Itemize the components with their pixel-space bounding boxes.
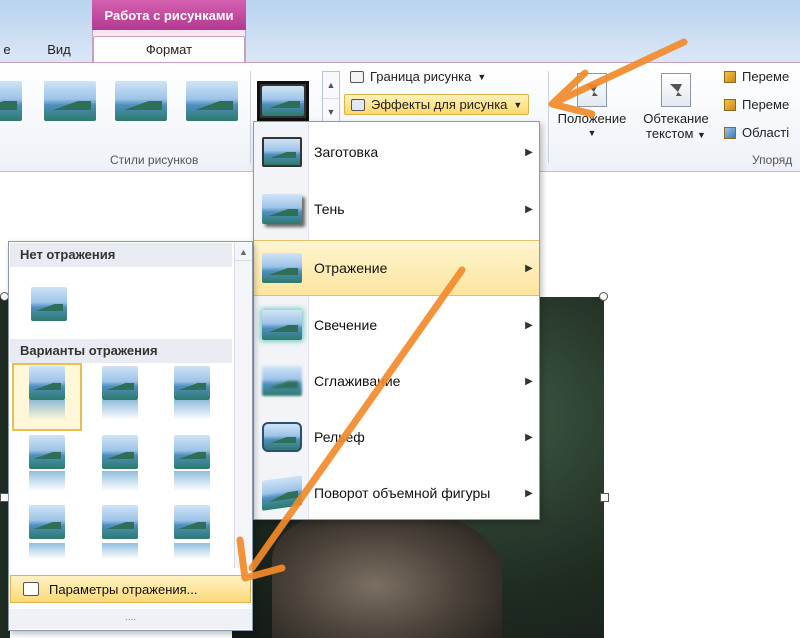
reflection-variants-header: Варианты отражения xyxy=(10,339,232,363)
selection-pane-button[interactable]: Області xyxy=(724,125,789,140)
picture-border-button[interactable]: Граница рисунка ▼ xyxy=(350,69,486,84)
menu-item-glow[interactable]: Свечение ▶ xyxy=(254,297,539,353)
menu-item-reflection[interactable]: Отражение ▶ xyxy=(254,240,539,296)
bevel-icon xyxy=(262,422,302,452)
position-button[interactable]: Положение ▼ xyxy=(552,73,632,141)
menu-item-3d-rotation[interactable]: Поворот объемной фигуры ▶ xyxy=(254,465,539,521)
picture-tools-context-label: Работа с рисунками xyxy=(92,0,246,30)
shadow-icon xyxy=(262,194,302,224)
menu-item-soft-edges[interactable]: Сглаживание ▶ xyxy=(254,353,539,409)
reflection-variant[interactable] xyxy=(29,366,65,420)
reflection-variant[interactable] xyxy=(102,505,138,559)
reflection-options-label: Параметры отражения... xyxy=(49,581,198,597)
border-icon xyxy=(350,70,364,83)
submenu-arrow-icon: ▶ xyxy=(525,262,533,274)
squirrel-image xyxy=(272,507,502,638)
scroll-up-icon[interactable]: ▲ xyxy=(323,72,339,99)
reflection-variant[interactable] xyxy=(102,366,138,420)
picture-style-thumb[interactable] xyxy=(186,81,238,121)
reflection-variant[interactable] xyxy=(29,435,65,491)
tab-partial[interactable]: е xyxy=(0,36,14,62)
picture-style-thumb[interactable] xyxy=(115,81,167,121)
gallery-scrollbar[interactable]: ▲ xyxy=(234,243,252,568)
reflection-variant[interactable] xyxy=(29,505,65,559)
bring-forward-icon xyxy=(724,70,736,83)
dropdown-arrow-icon: ▼ xyxy=(697,130,706,140)
effects-icon xyxy=(351,98,365,111)
selection-pane-label: Області xyxy=(742,125,790,140)
position-icon xyxy=(577,73,607,107)
menu-item-shadow[interactable]: Тень ▶ xyxy=(254,181,539,237)
picture-effects-menu: Заготовка ▶ Тень ▶ Отражение ▶ Свечение … xyxy=(253,121,540,520)
submenu-arrow-icon: ▶ xyxy=(525,431,533,443)
bring-forward-button[interactable]: Переме xyxy=(724,69,789,84)
wrap-text-button[interactable]: Обтекание текстом ▼ xyxy=(636,73,716,143)
submenu-arrow-icon: ▶ xyxy=(525,203,533,215)
menu-item-label: Отражение xyxy=(314,260,388,276)
wrap-text-label-2: текстом xyxy=(646,126,694,141)
tab-view[interactable]: Вид xyxy=(34,36,84,62)
submenu-arrow-icon: ▶ xyxy=(525,487,533,499)
arrange-group-label: Упоряд xyxy=(752,153,793,167)
wrap-text-label: Обтекание xyxy=(643,111,709,126)
submenu-arrow-icon: ▶ xyxy=(525,319,533,331)
menu-item-label: Поворот объемной фигуры xyxy=(314,485,491,501)
menu-item-preset[interactable]: Заготовка ▶ xyxy=(254,124,539,180)
reflection-variant[interactable] xyxy=(174,505,210,559)
reflection-variant[interactable] xyxy=(174,435,210,491)
picture-style-thumb[interactable] xyxy=(0,81,22,121)
dropdown-arrow-icon: ▼ xyxy=(513,99,523,110)
reflection-options-icon xyxy=(23,582,39,596)
menu-item-label: Тень xyxy=(314,201,345,217)
no-reflection-header: Нет отражения xyxy=(10,243,232,267)
menu-item-label: Рельеф xyxy=(314,429,365,445)
wrap-text-icon xyxy=(661,73,691,107)
gallery-resize-grip[interactable]: .... xyxy=(9,609,252,629)
resize-handle[interactable] xyxy=(599,292,608,301)
submenu-arrow-icon: ▶ xyxy=(525,146,533,158)
scroll-up-icon[interactable]: ▲ xyxy=(235,243,252,261)
reflection-gallery: Нет отражения ▲ Варианты отражения Парам… xyxy=(8,241,253,631)
dropdown-arrow-icon: ▼ xyxy=(477,71,487,82)
menu-item-bevel[interactable]: Рельеф ▶ xyxy=(254,409,539,465)
no-reflection-option[interactable] xyxy=(31,287,67,321)
position-label: Положение xyxy=(557,111,627,126)
picture-effects-label: Эффекты для рисунка xyxy=(371,97,508,112)
selection-pane-icon xyxy=(724,126,736,139)
ribbon-separator xyxy=(250,71,251,163)
preset-icon xyxy=(262,137,302,167)
picture-styles-group-label: Стили рисунков xyxy=(110,153,199,167)
send-backward-icon xyxy=(724,98,736,111)
glow-icon xyxy=(262,310,302,340)
picture-border-label: Граница рисунка xyxy=(370,69,472,84)
menu-item-label: Свечение xyxy=(314,317,378,333)
reflection-options-button[interactable]: Параметры отражения... xyxy=(10,575,251,603)
send-backward-button[interactable]: Переме xyxy=(724,97,789,112)
send-backward-label: Переме xyxy=(742,97,790,112)
menu-item-label: Заготовка xyxy=(314,144,379,160)
resize-handle[interactable] xyxy=(600,493,609,502)
3d-rotation-icon xyxy=(262,475,302,511)
soft-edges-icon xyxy=(262,366,302,396)
menu-item-label: Сглаживание xyxy=(314,373,401,389)
submenu-arrow-icon: ▶ xyxy=(525,375,533,387)
reflection-icon xyxy=(262,253,302,283)
reflection-variant[interactable] xyxy=(174,366,210,420)
tab-format[interactable]: Формат xyxy=(93,36,245,62)
dropdown-arrow-icon: ▼ xyxy=(587,128,597,138)
bring-forward-label: Переме xyxy=(742,69,790,84)
reflection-variant[interactable] xyxy=(102,435,138,491)
ribbon-separator xyxy=(548,71,549,163)
picture-style-thumb-framed[interactable] xyxy=(257,81,309,121)
picture-style-thumb[interactable] xyxy=(44,81,96,121)
picture-effects-button[interactable]: Эффекты для рисунка ▼ xyxy=(344,94,530,115)
